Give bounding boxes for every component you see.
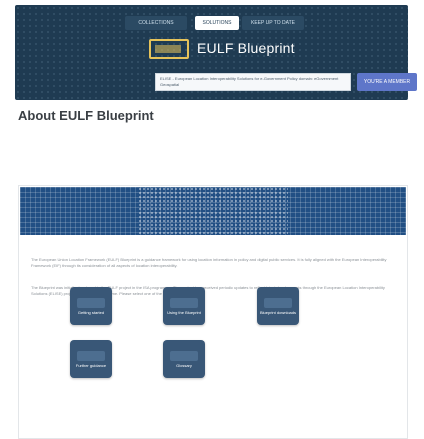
header-banner: COLLECTIONS SOLUTIONS KEEP UP TO DATE EU…: [15, 5, 417, 100]
getting-started-label: Getting started: [77, 309, 105, 315]
page-title: About EULF Blueprint: [18, 108, 154, 123]
blueprint-downloads-label: Blueprint downloads: [259, 309, 297, 315]
member-button[interactable]: YOU'RE A MEMBER: [357, 73, 417, 91]
banner-title: EULF Blueprint: [197, 40, 295, 56]
intro-paragraph: The European Union Location Framework (E…: [31, 257, 387, 268]
blueprint-downloads-button[interactable]: Blueprint downloads: [257, 287, 299, 325]
glossary-label: Glossary: [176, 362, 192, 368]
getting-started-button[interactable]: Getting started: [70, 287, 112, 325]
using-blueprint-button[interactable]: Using the Blueprint: [163, 287, 205, 325]
nav-solutions[interactable]: SOLUTIONS: [195, 16, 239, 30]
hero-image: [20, 187, 406, 235]
breadcrumb[interactable]: ELISE - European Location Interoperabili…: [155, 73, 351, 91]
nav-collections[interactable]: COLLECTIONS: [125, 16, 187, 30]
using-blueprint-label: Using the Blueprint: [167, 309, 201, 315]
eulf-logo-icon: [149, 39, 189, 59]
glossary-button[interactable]: Glossary: [163, 340, 205, 378]
further-guidance-label: Further guidance: [75, 362, 107, 368]
further-guidance-button[interactable]: Further guidance: [70, 340, 112, 378]
nav-keep-up-to-date[interactable]: KEEP UP TO DATE: [242, 16, 304, 30]
